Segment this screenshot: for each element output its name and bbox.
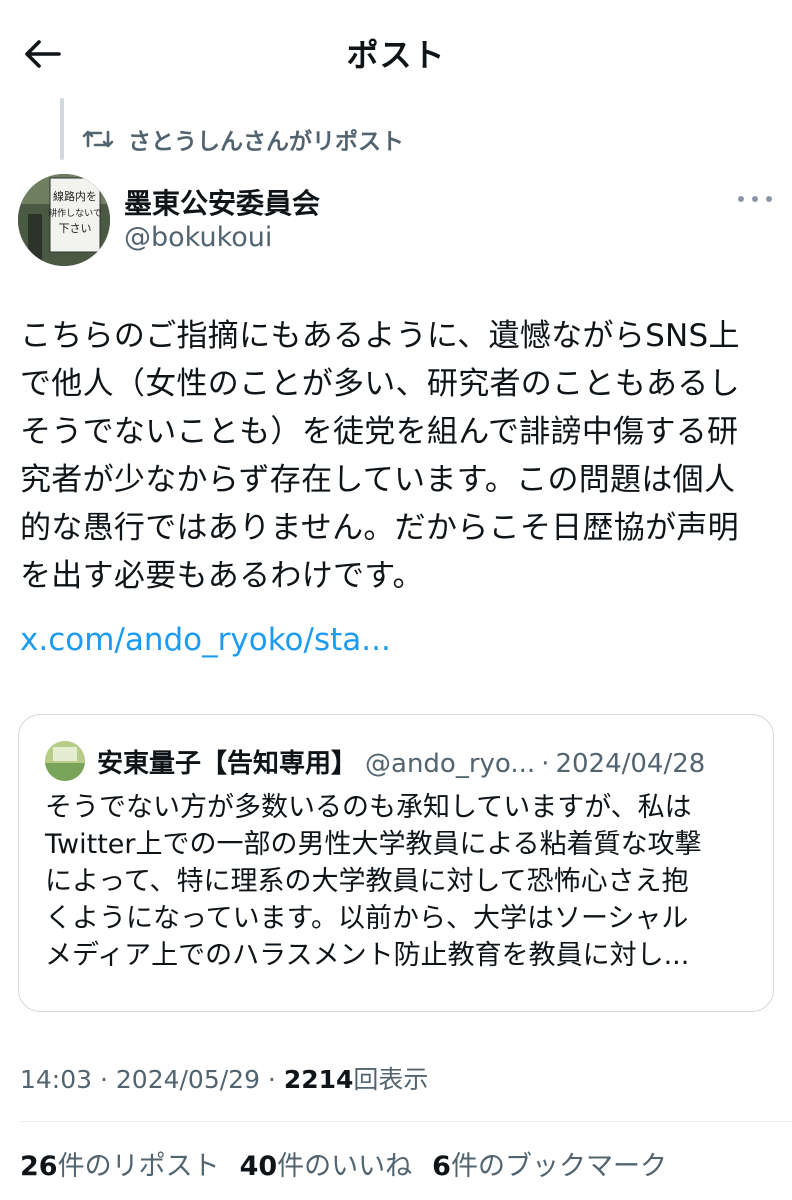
quoted-text-line: Twitter上での一部の男性大学教員による粘着質な攻撃 xyxy=(45,829,702,860)
likes-stat[interactable]: 40件のいいね xyxy=(240,1144,413,1183)
page-title: ポスト xyxy=(346,36,446,74)
top-bar: ポスト xyxy=(0,0,792,105)
svg-text:線路内を: 線路内を xyxy=(53,189,97,203)
quoted-post-header: 安東量子【告知専用】 @ando_ryo... · 2024/04/28 xyxy=(97,743,705,780)
post-date[interactable]: 2024/05/29 xyxy=(116,1065,260,1094)
author-name[interactable]: 墨東公安委員会 xyxy=(124,182,320,222)
avatar[interactable]: 線路内を 耕作しないで 下さい xyxy=(18,174,110,266)
separator-dot: · xyxy=(541,749,550,779)
quoted-author-handle: @ando_ryo... xyxy=(365,749,536,779)
engagement-stats: 26件のリポスト 40件のいいね 6件のブックマーク xyxy=(20,1144,687,1183)
reposts-count: 26 xyxy=(20,1151,58,1182)
quoted-text-line: によって、特に理系の大学教員に対して恐怖心さえ抱 xyxy=(45,866,689,897)
quoted-post-card[interactable]: 安東量子【告知専用】 @ando_ryo... · 2024/04/28 そうで… xyxy=(18,714,774,1012)
divider xyxy=(20,1121,792,1122)
more-options-button[interactable] xyxy=(738,188,772,210)
post-text-line: で他人（女性のことが多い、研究者のこともあるし xyxy=(20,366,740,402)
post-text-line: 究者が少なからず存在しています。この問題は個人 xyxy=(20,462,736,498)
views-count: 2214 xyxy=(283,1065,354,1094)
reposts-stat[interactable]: 26件のリポスト xyxy=(20,1144,220,1183)
quoted-text-line: メディア上でのハラスメント防止教育を教員に対し... xyxy=(45,940,690,971)
post-text-line: そうでないことも）を徒党を組んで誹謗中傷する研 xyxy=(20,414,739,450)
post-time[interactable]: 14:03 xyxy=(20,1065,92,1094)
dot xyxy=(738,196,744,202)
views-label: 回表示 xyxy=(353,1065,429,1094)
post-text-line: こちらのご指摘にもあるように、遺憾ながらSNS上 xyxy=(20,318,740,354)
quoted-avatar xyxy=(45,741,85,781)
likes-count: 40 xyxy=(239,1151,278,1182)
bookmarks-count: 6 xyxy=(432,1151,451,1182)
quoted-text-line: そうでない方が多数いるのも承知していますが、私は xyxy=(45,792,692,823)
post-text-line: を出す必要もあるわけです。 xyxy=(20,558,424,594)
post-text: こちらのご指摘にもあるように、遺憾ながらSNS上 で他人（女性のことが多い、研究… xyxy=(20,312,772,600)
separator-dot: · xyxy=(259,1065,284,1094)
post-meta: 14:03 · 2024/05/29 · 2214回表示 xyxy=(20,1060,428,1096)
svg-text:耕作しないで: 耕作しないで xyxy=(48,207,102,219)
quoted-author-name: 安東量子【告知専用】 xyxy=(97,749,358,779)
svg-text:下さい: 下さい xyxy=(59,222,92,235)
author-handle[interactable]: @bokukoui xyxy=(124,222,272,253)
post-text-line: 的な愚行ではありません。だからこそ日歴協が声明 xyxy=(20,510,739,546)
likes-label: 件のいいね xyxy=(277,1151,413,1182)
thread-line xyxy=(60,98,64,160)
dot xyxy=(752,196,758,202)
bookmarks-label: 件のブックマーク xyxy=(450,1151,667,1182)
post-link[interactable]: x.com/ando_ryoko/sta... xyxy=(20,622,391,658)
dot xyxy=(766,196,772,202)
bookmarks-stat[interactable]: 6件のブックマーク xyxy=(432,1144,667,1183)
avatar-image: 線路内を 耕作しないで 下さい xyxy=(18,174,110,266)
repost-indicator[interactable]: さとうしんさんがリポスト xyxy=(82,122,404,156)
reposts-label: 件のリポスト xyxy=(57,1151,220,1182)
quoted-text-line: くようになっています。以前から、大学はソーシャル xyxy=(45,903,689,934)
repost-icon xyxy=(82,127,114,151)
repost-label: さとうしんさんがリポスト xyxy=(128,129,404,155)
separator-dot: · xyxy=(92,1065,116,1094)
quoted-post-date: 2024/04/28 xyxy=(555,749,706,779)
quoted-post-text: そうでない方が多数いるのも承知していますが、私は Twitter上での一部の男性… xyxy=(45,789,757,974)
